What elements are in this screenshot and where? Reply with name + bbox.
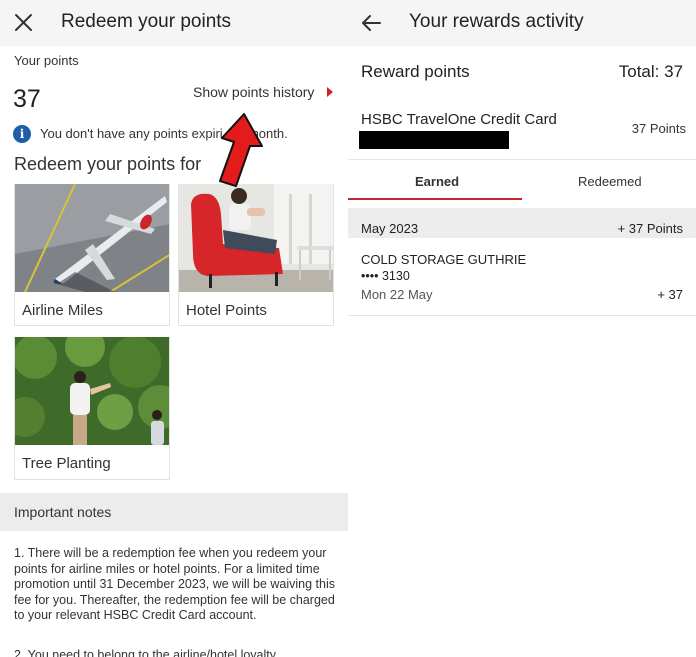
month-group-header: May 2023 + 37 Points: [348, 208, 696, 238]
close-icon[interactable]: [10, 9, 38, 37]
redacted-card-number: [359, 131, 509, 149]
important-note-2: 2. You need to belong to the airline/hot…: [14, 648, 277, 657]
reward-points-heading: Reward points: [361, 62, 470, 81]
transaction-date: Mon 22 May: [361, 287, 433, 302]
month-points: + 37 Points: [617, 221, 683, 236]
your-points-label: Your points: [14, 53, 79, 68]
transaction-card-number: •••• 3130: [361, 269, 410, 283]
important-note-1: 1. There will be a redemption fee when y…: [14, 546, 335, 623]
important-notes-title: Important notes: [14, 504, 112, 520]
page-title: Redeem your points: [61, 11, 232, 32]
option-label: Tree Planting: [22, 455, 111, 472]
redeem-points-screen: Redeem your points Your points 37 Show p…: [0, 0, 348, 657]
credit-card-points: 37 Points: [631, 121, 686, 136]
page-title: Your rewards activity: [409, 11, 584, 32]
active-tab-indicator: [348, 198, 522, 200]
rewards-activity-screen: Your rewards activity Reward points Tota…: [348, 0, 696, 657]
redeem-option-airline-miles[interactable]: Airline Miles: [14, 184, 170, 326]
reward-points-total: Total: 37: [618, 62, 683, 81]
info-icon: i: [13, 125, 31, 143]
redeem-option-hotel-points[interactable]: Hotel Points: [178, 184, 334, 326]
important-notes-header: Important notes: [0, 493, 348, 531]
tab-earned[interactable]: Earned: [415, 174, 459, 189]
redeem-option-tree-planting[interactable]: Tree Planting: [14, 337, 170, 480]
redeem-section-heading: Redeem your points for: [14, 154, 202, 174]
transaction-row[interactable]: COLD STORAGE GUTHRIE •••• 3130 Mon 22 Ma…: [348, 239, 696, 316]
show-points-history-link[interactable]: Show points history: [193, 84, 314, 100]
back-arrow-icon[interactable]: [358, 10, 384, 36]
transaction-points: + 37: [657, 287, 683, 302]
chevron-right-icon[interactable]: [327, 87, 333, 97]
divider: [348, 159, 696, 160]
annotation-arrow-icon: [200, 112, 270, 192]
airline-miles-image: [15, 184, 169, 292]
tab-redeemed[interactable]: Redeemed: [578, 174, 642, 189]
transaction-merchant: COLD STORAGE GUTHRIE: [361, 252, 527, 267]
top-app-bar: Your rewards activity: [348, 0, 696, 46]
tree-planting-image: [15, 337, 169, 445]
top-app-bar: Redeem your points: [0, 0, 348, 46]
credit-card-name: HSBC TravelOne Credit Card: [361, 111, 557, 128]
option-label: Airline Miles: [22, 302, 103, 319]
hotel-points-image: [179, 184, 333, 292]
option-label: Hotel Points: [186, 302, 267, 319]
month-label: May 2023: [361, 221, 419, 236]
points-balance: 37: [13, 85, 41, 113]
